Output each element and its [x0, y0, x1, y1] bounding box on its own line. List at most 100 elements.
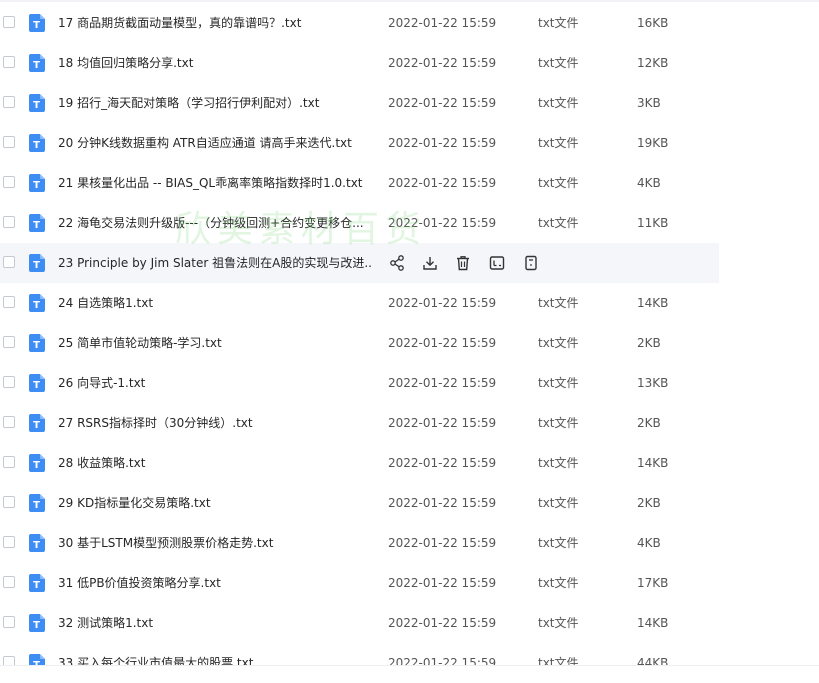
- file-name[interactable]: 26 向导式-1.txt: [58, 376, 373, 390]
- file-row[interactable]: T 29 KD指标量化交易策略.txt 2022-01-22 15:59 txt文件 2…: [0, 483, 719, 523]
- file-row[interactable]: T 20 分钟K线数据重构 ATR自适应通道 请高手来迭代.txt 2022-01-…: [0, 123, 719, 163]
- share-button[interactable]: [388, 254, 406, 272]
- row-checkbox[interactable]: [3, 496, 15, 508]
- file-name[interactable]: 23 Principle by Jim Slater 祖鲁法则在A股的实现与改进…: [58, 256, 373, 270]
- txt-file-icon: T: [29, 374, 45, 392]
- row-checkbox[interactable]: [3, 536, 15, 548]
- txt-file-icon: T: [29, 334, 45, 352]
- row-checkbox[interactable]: [3, 296, 15, 308]
- file-modified-date: 2022-01-22 15:59: [388, 136, 497, 150]
- txt-file-icon: T: [29, 294, 45, 312]
- svg-text:T: T: [33, 220, 40, 231]
- file-name[interactable]: 28 收益策略.txt: [58, 456, 373, 470]
- share-icon: [388, 255, 406, 275]
- list-bottom-mask: [0, 666, 819, 683]
- file-modified-date: 2022-01-22 15:59: [388, 96, 497, 110]
- file-row[interactable]: T 31 低PB价值投资策略分享.txt 2022-01-22 15:59 txt文件…: [0, 563, 719, 603]
- row-checkbox[interactable]: [3, 336, 15, 348]
- row-checkbox[interactable]: [3, 176, 15, 188]
- file-row[interactable]: T 26 向导式-1.txt 2022-01-22 15:59 txt文件 13KB: [0, 363, 719, 403]
- svg-text:T: T: [33, 580, 40, 591]
- row-checkbox[interactable]: [3, 256, 15, 268]
- delete-button[interactable]: [454, 254, 472, 272]
- txt-file-icon: T: [29, 94, 45, 112]
- txt-file-icon: T: [29, 454, 45, 472]
- file-type: txt文件: [538, 576, 579, 590]
- file-type: txt文件: [538, 176, 579, 190]
- row-checkbox[interactable]: [3, 216, 15, 228]
- file-type: txt文件: [538, 496, 579, 510]
- more-button[interactable]: [522, 254, 540, 272]
- file-name[interactable]: 30 基于LSTM模型预测股票价格走势.txt: [58, 536, 373, 550]
- file-list-page: T 17 商品期货截面动量模型，真的靠谱吗？.txt 2022-01-22 15:5…: [0, 0, 819, 683]
- download-button[interactable]: [421, 254, 439, 272]
- svg-text:T: T: [33, 500, 40, 511]
- file-modified-date: 2022-01-22 15:59: [388, 376, 497, 390]
- file-name[interactable]: 21 果核量化出品 -- BIAS_QL乖离率策略指数择时1.0.txt: [58, 176, 373, 190]
- rename-icon: [488, 256, 506, 275]
- file-row[interactable]: T 24 自选策略1.txt 2022-01-22 15:59 txt文件 14KB: [0, 283, 719, 323]
- txt-file-icon: T: [29, 134, 45, 152]
- file-modified-date: 2022-01-22 15:59: [388, 536, 497, 550]
- file-row[interactable]: T 19 招行_海天配对策略（学习招行伊利配对）.txt 2022-01-22 15…: [0, 83, 719, 123]
- file-name[interactable]: 27 RSRS指标择时（30分钟线）.txt: [58, 416, 373, 430]
- file-row[interactable]: T 28 收益策略.txt 2022-01-22 15:59 txt文件 14KB: [0, 443, 719, 483]
- file-name[interactable]: 31 低PB价值投资策略分享.txt: [58, 576, 373, 590]
- delete-icon: [454, 256, 472, 275]
- file-type: txt文件: [538, 616, 579, 630]
- file-modified-date: 2022-01-22 15:59: [388, 616, 497, 630]
- row-checkbox[interactable]: [3, 376, 15, 388]
- svg-text:T: T: [33, 300, 40, 311]
- row-checkbox[interactable]: [3, 576, 15, 588]
- file-size: 16KB: [637, 16, 669, 30]
- file-name[interactable]: 24 自选策略1.txt: [58, 296, 373, 310]
- file-row[interactable]: T 22 海龟交易法则升级版---（分钟级回测+合约变更移仓... 2022-01-…: [0, 203, 719, 243]
- txt-file-icon: T: [29, 614, 45, 632]
- file-size: 2KB: [637, 336, 661, 350]
- rename-button[interactable]: [488, 254, 506, 272]
- file-name[interactable]: 32 测试策略1.txt: [58, 616, 373, 630]
- file-type: txt文件: [538, 336, 579, 350]
- row-checkbox[interactable]: [3, 16, 15, 28]
- file-row[interactable]: T 32 测试策略1.txt 2022-01-22 15:59 txt文件 14KB: [0, 603, 719, 643]
- file-modified-date: 2022-01-22 15:59: [388, 176, 497, 190]
- file-type: txt文件: [538, 216, 579, 230]
- svg-text:T: T: [33, 420, 40, 431]
- file-list: T 17 商品期货截面动量模型，真的靠谱吗？.txt 2022-01-22 15:5…: [0, 3, 819, 683]
- svg-text:T: T: [33, 460, 40, 471]
- file-name[interactable]: 18 均值回归策略分享.txt: [58, 56, 373, 70]
- file-name[interactable]: 17 商品期货截面动量模型，真的靠谱吗？.txt: [58, 16, 373, 30]
- file-size: 4KB: [637, 536, 661, 550]
- svg-text:T: T: [33, 380, 40, 391]
- row-checkbox[interactable]: [3, 136, 15, 148]
- file-row[interactable]: T 25 简单市值轮动策略-学习.txt 2022-01-22 15:59 txt文件…: [0, 323, 719, 363]
- file-size: 12KB: [637, 56, 669, 70]
- file-name[interactable]: 19 招行_海天配对策略（学习招行伊利配对）.txt: [58, 96, 373, 110]
- file-modified-date: 2022-01-22 15:59: [388, 56, 497, 70]
- file-type: txt文件: [538, 456, 579, 470]
- file-modified-date: 2022-01-22 15:59: [388, 496, 497, 510]
- row-checkbox[interactable]: [3, 456, 15, 468]
- file-size: 2KB: [637, 416, 661, 430]
- row-checkbox[interactable]: [3, 56, 15, 68]
- file-row[interactable]: T 17 商品期货截面动量模型，真的靠谱吗？.txt 2022-01-22 15:5…: [0, 3, 719, 43]
- file-row[interactable]: T 27 RSRS指标择时（30分钟线）.txt 2022-01-22 15:59 t…: [0, 403, 719, 443]
- row-checkbox[interactable]: [3, 616, 15, 628]
- file-name[interactable]: 22 海龟交易法则升级版---（分钟级回测+合约变更移仓...: [58, 216, 373, 230]
- file-modified-date: 2022-01-22 15:59: [388, 456, 497, 470]
- file-name[interactable]: 20 分钟K线数据重构 ATR自适应通道 请高手来迭代.txt: [58, 136, 373, 150]
- row-checkbox[interactable]: [3, 416, 15, 428]
- file-size: 13KB: [637, 376, 669, 390]
- file-row[interactable]: T 21 果核量化出品 -- BIAS_QL乖离率策略指数择时1.0.txt 202…: [0, 163, 719, 203]
- file-name[interactable]: 25 简单市值轮动策略-学习.txt: [58, 336, 373, 350]
- row-checkbox[interactable]: [3, 96, 15, 108]
- file-row[interactable]: T 18 均值回归策略分享.txt 2022-01-22 15:59 txt文件 12K…: [0, 43, 719, 83]
- file-type: txt文件: [538, 376, 579, 390]
- file-type: txt文件: [538, 96, 579, 110]
- svg-text:T: T: [33, 540, 40, 551]
- svg-text:T: T: [33, 260, 40, 271]
- file-name[interactable]: 29 KD指标量化交易策略.txt: [58, 496, 373, 510]
- file-row[interactable]: T 23 Principle by Jim Slater 祖鲁法则在A股的实现与改…: [0, 243, 719, 283]
- file-row[interactable]: T 30 基于LSTM模型预测股票价格走势.txt 2022-01-22 15:59…: [0, 523, 719, 563]
- file-modified-date: 2022-01-22 15:59: [388, 416, 497, 430]
